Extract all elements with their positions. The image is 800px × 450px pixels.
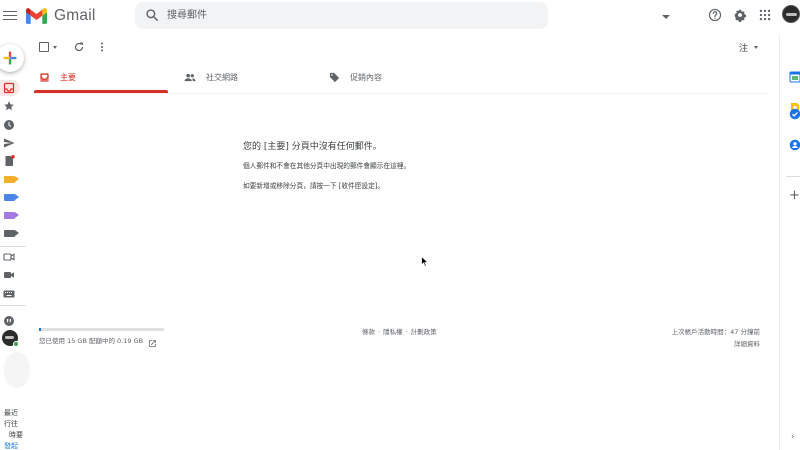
top-bar: Gmail <box>0 0 800 32</box>
rail-text-line: 行往 <box>4 420 18 428</box>
separator: · <box>378 328 381 336</box>
main-menu-button[interactable] <box>3 8 17 22</box>
rail-start-link[interactable]: 發起 <box>4 441 18 450</box>
empty-state-hint: 如要新增或移除分頁，請按一下 [收件匣設定]。 <box>243 182 385 190</box>
category-tabs: 主要 社交網路 促銷內容 <box>34 62 768 94</box>
activity-details-link[interactable]: 詳細資料 <box>734 338 760 348</box>
input-tools-button[interactable]: 注 <box>739 41 748 54</box>
open-in-new-icon[interactable] <box>148 339 157 348</box>
star-icon[interactable] <box>3 100 15 112</box>
tab-label: 促銷內容 <box>350 73 382 82</box>
tab-promotions[interactable]: 促銷內容 <box>329 62 463 93</box>
apps-grid-icon[interactable] <box>758 8 772 22</box>
tag-icon <box>329 72 340 83</box>
label-gray-icon[interactable] <box>4 230 19 237</box>
tab-label: 主要 <box>60 73 76 82</box>
label-yellow-icon[interactable] <box>4 176 19 183</box>
privacy-link[interactable]: 隱私權 <box>383 328 403 336</box>
contacts-icon[interactable] <box>789 139 800 151</box>
tab-label: 社交網路 <box>206 73 238 82</box>
keyboard-icon[interactable] <box>3 288 15 300</box>
chevron-right-icon[interactable]: › <box>791 432 795 442</box>
side-panel-divider <box>779 34 780 450</box>
online-status-dot <box>13 341 19 347</box>
chat-icon[interactable] <box>3 315 15 327</box>
more-vertical-icon[interactable] <box>97 41 107 53</box>
clock-icon[interactable] <box>3 119 15 131</box>
terms-link[interactable]: 條款 <box>362 328 375 336</box>
storage-usage-fill <box>39 328 41 331</box>
compose-plus-icon <box>3 51 17 65</box>
tab-primary[interactable]: 主要 <box>39 62 173 93</box>
draft-icon[interactable] <box>3 155 15 167</box>
send-icon[interactable] <box>3 137 15 149</box>
tasks-icon[interactable] <box>789 108 800 120</box>
meet-new-icon[interactable] <box>3 251 15 263</box>
active-tab-indicator <box>34 90 168 93</box>
video-camera-icon[interactable] <box>3 269 15 281</box>
footer-links: 條款 · 隱私權 · 計劃政策 <box>362 326 437 336</box>
refresh-icon[interactable] <box>73 41 85 53</box>
storage-usage-text: 您已使用 15 GB 配額中的 0.19 GB <box>39 337 144 345</box>
search-input[interactable] <box>167 6 507 25</box>
tab-social[interactable]: 社交網路 <box>184 62 318 93</box>
select-options-caret-icon[interactable] <box>53 46 57 49</box>
search-options-caret-icon[interactable] <box>662 15 670 19</box>
empty-state-title: 您的 [主要] 分頁中沒有任何郵件。 <box>243 142 382 152</box>
rail-divider <box>0 305 26 306</box>
rail-divider <box>0 246 26 247</box>
app-name: Gmail <box>54 7 96 24</box>
gmail-m-icon <box>26 8 47 24</box>
inbox-icon[interactable] <box>3 82 15 94</box>
account-avatar[interactable] <box>782 5 800 23</box>
chat-placeholder-avatar <box>4 352 30 388</box>
rail-text-line: 最近 <box>4 409 18 417</box>
separator: · <box>405 328 408 336</box>
storage-usage-bar <box>39 328 164 331</box>
get-addons-plus-icon[interactable]: + <box>789 189 800 202</box>
gear-icon[interactable] <box>733 8 747 22</box>
select-all-checkbox[interactable] <box>39 42 49 52</box>
last-activity-text: 上次帳戶活動時間：47 分鐘前 <box>671 328 760 336</box>
compose-button[interactable] <box>0 44 24 72</box>
input-tools-caret-icon[interactable] <box>754 46 758 49</box>
rail-text-line: 時要 <box>9 431 23 439</box>
people-icon <box>184 73 196 82</box>
search-bar <box>135 2 670 29</box>
program-policies-link[interactable]: 計劃政策 <box>411 328 437 336</box>
mouse-cursor-icon <box>421 256 429 267</box>
label-blue-icon[interactable] <box>4 194 19 201</box>
calendar-icon[interactable] <box>789 71 800 83</box>
label-purple-icon[interactable] <box>4 212 19 219</box>
empty-state-subtitle: 個人郵件和不會在其他分頁中出現的郵件會顯示在這裡。 <box>243 162 411 170</box>
side-panel-separator <box>786 176 800 177</box>
help-icon[interactable] <box>708 8 722 22</box>
gmail-logo[interactable]: Gmail <box>26 7 95 25</box>
inbox-icon <box>40 73 49 82</box>
search-icon[interactable] <box>145 8 159 22</box>
